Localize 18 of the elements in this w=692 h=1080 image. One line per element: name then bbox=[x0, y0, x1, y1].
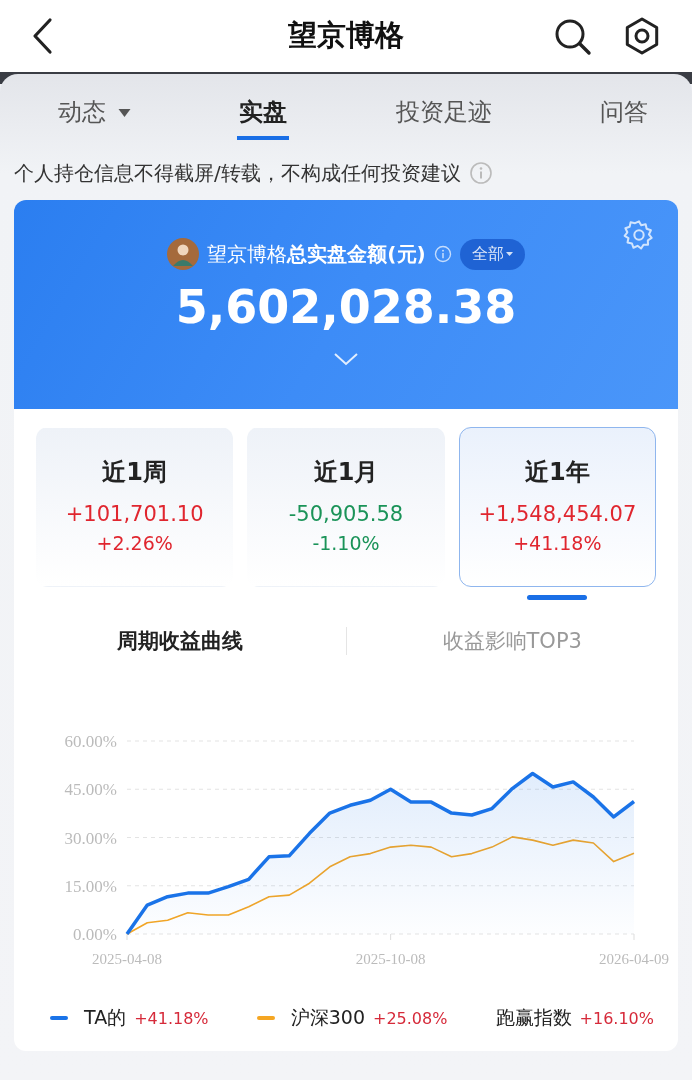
axis-label: 30.00% bbox=[64, 828, 117, 848]
axis-label: 60.00% bbox=[64, 732, 117, 751]
axis-label: 45.00% bbox=[64, 780, 117, 800]
page-title: 望京博格 bbox=[288, 17, 404, 54]
legend-label: 沪深300 bbox=[290, 1005, 365, 1030]
total-amount: 5,602,028.38 bbox=[175, 280, 517, 334]
axis-label: 2025-10-08 bbox=[355, 951, 426, 967]
legend-value: +41.18% bbox=[134, 1008, 209, 1028]
axis-label: 15.00% bbox=[64, 876, 117, 896]
legend-value: +16.10% bbox=[579, 1008, 654, 1028]
legend-value: +25.08% bbox=[373, 1008, 448, 1028]
axis-label: 2025-04-08 bbox=[92, 951, 162, 967]
axis-label: 0.00% bbox=[73, 925, 117, 944]
total-amount-label: 望京博格总实盘金额(元) bbox=[207, 240, 426, 268]
legend-label: TA的 bbox=[84, 1005, 127, 1030]
axis-label: 2026-04-09 bbox=[599, 951, 669, 967]
disclaimer-text: 个人持仓信息不得截屏/转载，不构成任何投资建议 bbox=[14, 159, 461, 187]
legend-label: 跑赢指数 bbox=[495, 1005, 572, 1030]
